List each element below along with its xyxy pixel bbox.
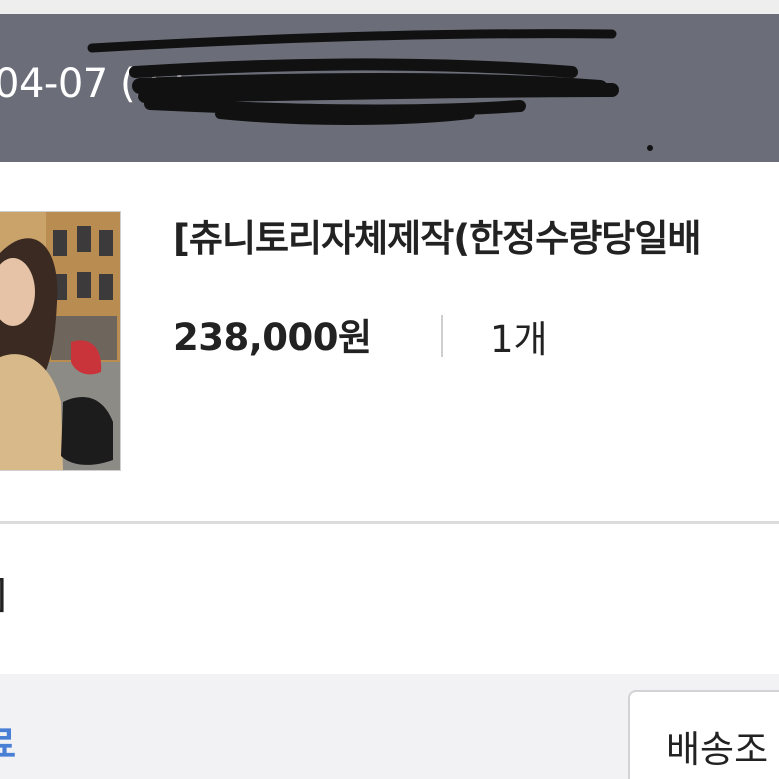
order-item-card[interactable]: [츄니토리자체제작(한정수량당일배 238,000원 1개 <box>0 162 779 522</box>
product-thumbnail[interactable] <box>0 211 121 471</box>
order-detail-screen: 04-07 (22 [츄니토리자체제작(한정수량당일배 238,000원 1개 … <box>0 0 779 779</box>
redaction-scribble <box>87 29 653 151</box>
price-qty-separator <box>441 315 443 357</box>
option-row: ] <box>0 524 779 674</box>
footer-actions: 료 배송조 <box>0 674 779 779</box>
footer-status-link[interactable]: 료 <box>0 714 16 768</box>
track-delivery-button[interactable]: 배송조 <box>628 690 779 779</box>
order-header: 04-07 (22 <box>0 14 779 162</box>
product-photo-icon <box>0 212 120 470</box>
product-quantity: 1개 <box>490 318 548 361</box>
top-strip <box>0 0 779 14</box>
option-text: ] <box>0 572 7 616</box>
product-price: 238,000원 <box>173 316 372 359</box>
product-name[interactable]: [츄니토리자체제작(한정수량당일배 <box>173 208 701 262</box>
track-delivery-label: 배송조 <box>666 728 769 771</box>
